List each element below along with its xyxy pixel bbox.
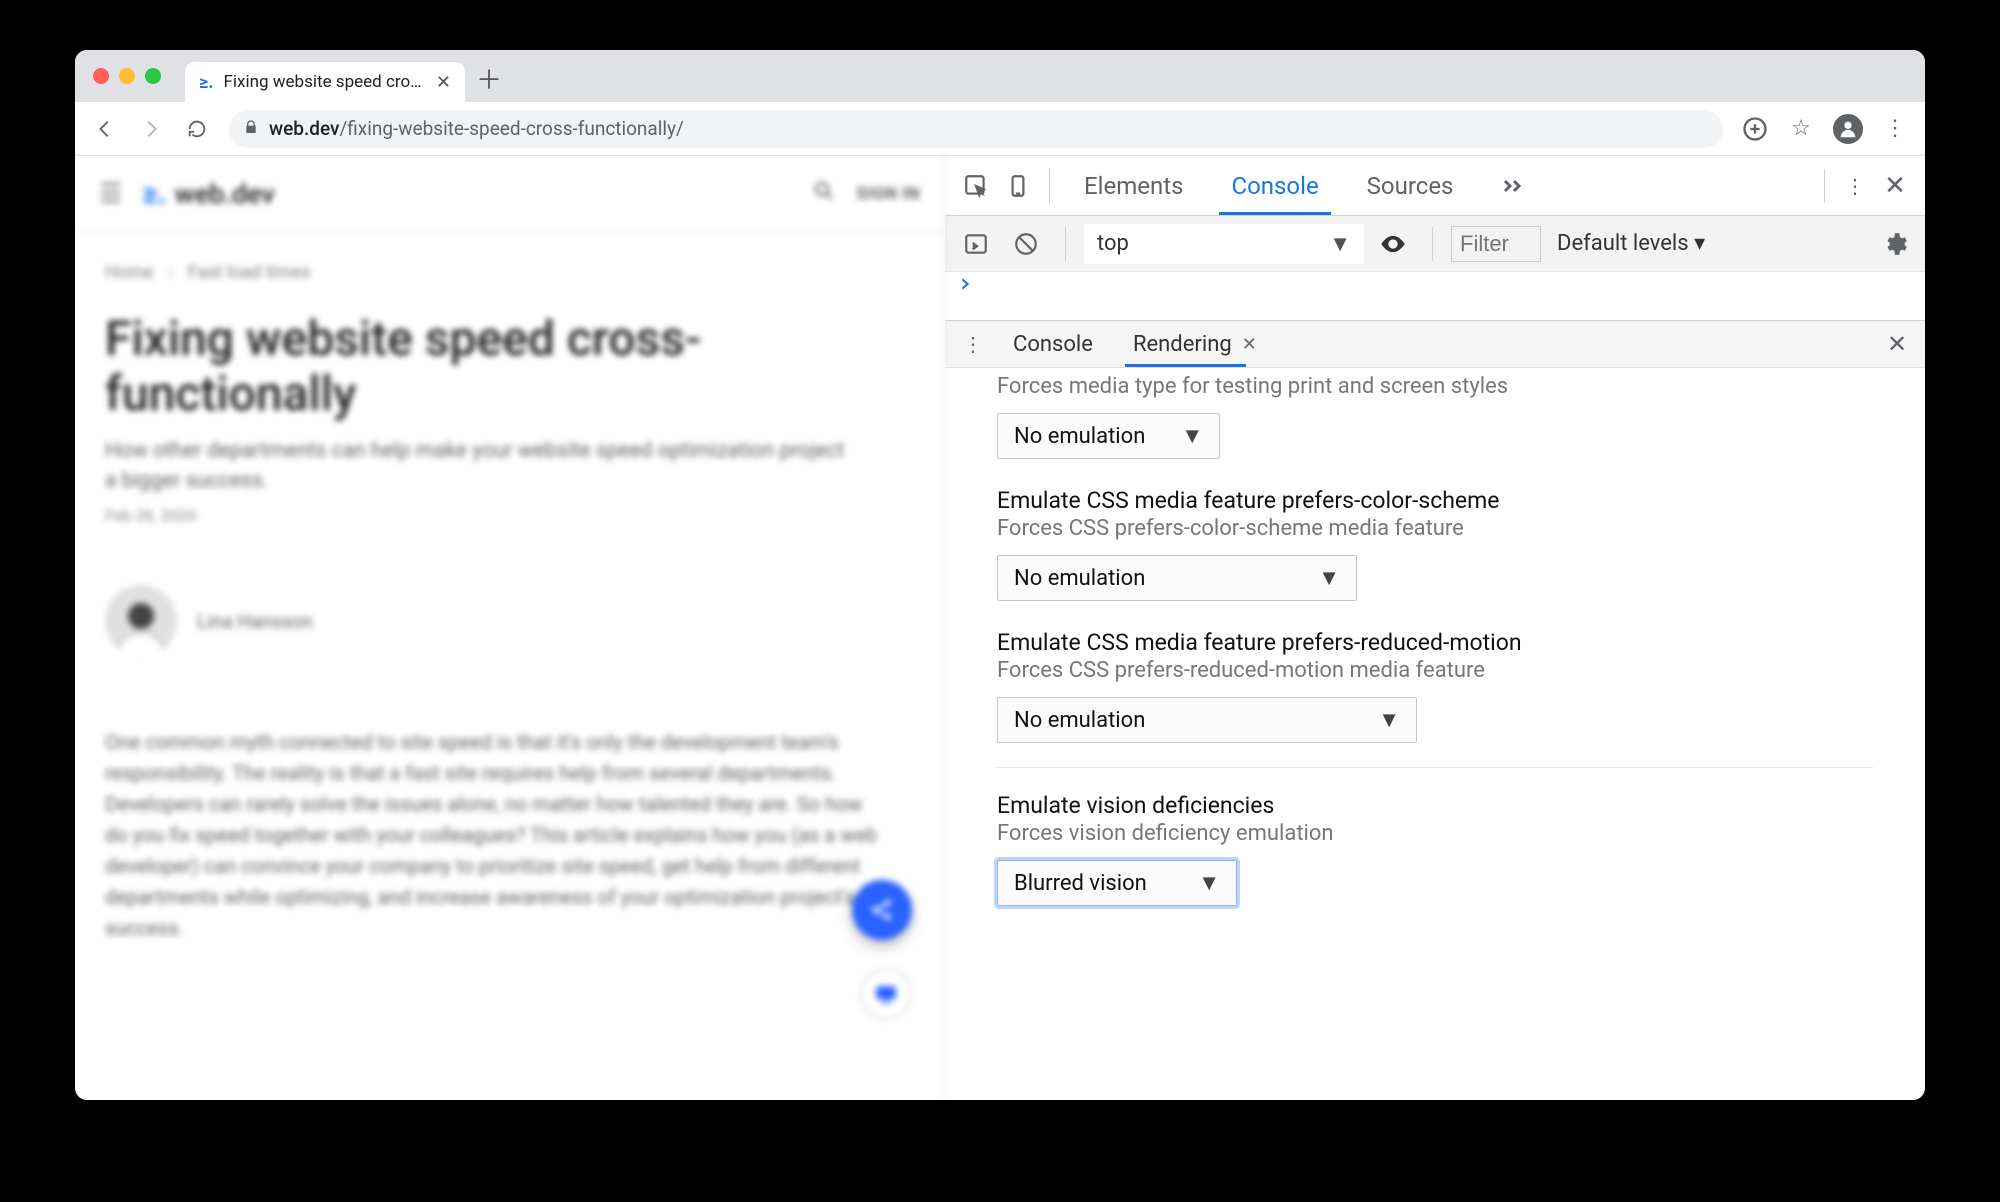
divider (997, 767, 1873, 768)
media-type-select[interactable]: No emulation▼ (997, 413, 1220, 459)
drawer-menu-icon[interactable]: ⋮ (953, 332, 993, 356)
minimize-window-button[interactable] (119, 68, 135, 84)
context-select[interactable]: top▼ (1084, 224, 1364, 264)
tab-console[interactable]: Console (1207, 156, 1342, 215)
profile-avatar[interactable] (1833, 114, 1863, 144)
tab-sources[interactable]: Sources (1343, 156, 1478, 215)
drawer-tabs: ⋮ Console Rendering ✕ ✕ (945, 320, 1925, 368)
devtools-close-icon[interactable]: ✕ (1875, 171, 1915, 201)
page-title: Fixing website speed cross-functionally (105, 311, 914, 421)
maximize-window-button[interactable] (145, 68, 161, 84)
section-title: Emulate vision deficiencies (997, 792, 1873, 819)
clear-console-icon[interactable] (1005, 223, 1047, 265)
page-subtitle: How other departments can help make your… (105, 437, 845, 496)
vision-deficiency-select[interactable]: Blurred vision▼ (997, 860, 1237, 906)
site-name: web.dev (175, 178, 275, 210)
section-desc: Forces CSS prefers-color-scheme media fe… (997, 516, 1873, 541)
prefers-color-scheme-select[interactable]: No emulation▼ (997, 555, 1357, 601)
console-settings-icon[interactable] (1875, 224, 1915, 264)
devtools-menu-icon[interactable]: ⋮ (1835, 174, 1875, 198)
crumb-section[interactable]: Fast load times (188, 262, 311, 283)
drawer-tab-console[interactable]: Console (993, 321, 1113, 367)
section-title: Emulate CSS media feature prefers-reduce… (997, 629, 1873, 656)
tab-favicon-icon: ≥. (199, 72, 214, 93)
live-expression-icon[interactable] (1372, 223, 1414, 265)
url-text: web.dev/fixing-website-speed-cross-funct… (269, 117, 684, 140)
console-sidebar-toggle-icon[interactable] (955, 223, 997, 265)
drawer-tab-rendering[interactable]: Rendering (1113, 321, 1252, 367)
tab-overflow[interactable] (1477, 156, 1549, 215)
device-toolbar-icon[interactable] (997, 165, 1039, 207)
devtools-panel: Elements Console Sources ⋮ ✕ (945, 156, 1925, 1100)
rendering-panel: Forces media type for testing print and … (945, 368, 1925, 1100)
menu-icon[interactable]: ☰ (99, 179, 122, 209)
prefers-reduced-motion-select[interactable]: No emulation▼ (997, 697, 1417, 743)
tab-close-icon[interactable]: ✕ (436, 72, 451, 93)
tab-title: Fixing website speed cross-fun… (224, 72, 426, 92)
share-fab[interactable] (852, 880, 912, 940)
drawer-close-icon[interactable]: ✕ (1877, 330, 1917, 358)
author-name: Lina Hansson (197, 610, 313, 633)
window-controls (93, 68, 161, 84)
address-bar[interactable]: web.dev/fixing-website-speed-cross-funct… (229, 110, 1723, 148)
section-desc: Forces vision deficiency emulation (997, 821, 1873, 846)
section-title: Emulate CSS media feature prefers-color-… (997, 487, 1873, 514)
breadcrumb: Home › Fast load times (105, 262, 914, 283)
signin-button[interactable]: SIGN IN (856, 184, 920, 204)
back-button[interactable] (91, 115, 119, 143)
site-header: ☰ ≥. web.dev SIGN IN (75, 156, 944, 232)
logo-icon: ≥. (142, 176, 166, 211)
crumb-home[interactable]: Home (105, 262, 153, 283)
tab-strip: ≥. Fixing website speed cross-fun… ✕ ＋ (75, 50, 1925, 102)
menu-button[interactable]: ⋮ (1881, 115, 1909, 143)
section-desc: Forces CSS prefers-reduced-motion media … (997, 658, 1873, 683)
new-tab-button[interactable]: ＋ (473, 62, 505, 94)
tab-elements[interactable]: Elements (1060, 156, 1207, 215)
reload-button[interactable] (183, 115, 211, 143)
console-prompt[interactable] (945, 272, 1925, 320)
site-logo[interactable]: ≥. web.dev (142, 176, 274, 211)
feedback-fab[interactable] (860, 968, 912, 1020)
section-desc: Forces media type for testing print and … (997, 374, 1873, 399)
page-viewport: ☰ ≥. web.dev SIGN IN Home › Fast (75, 156, 945, 1100)
article-body: One common myth connected to site speed … (105, 727, 885, 944)
console-filter-input[interactable] (1451, 226, 1541, 262)
publish-date: Feb 28, 2020 (105, 506, 914, 525)
browser-tab[interactable]: ≥. Fixing website speed cross-fun… ✕ (185, 62, 465, 102)
log-levels-select[interactable]: Default levels ▾ (1557, 231, 1705, 256)
close-window-button[interactable] (93, 68, 109, 84)
lock-icon (243, 119, 259, 139)
toolbar: web.dev/fixing-website-speed-cross-funct… (75, 102, 1925, 156)
inspect-element-icon[interactable] (955, 165, 997, 207)
browser-window: ≥. Fixing website speed cross-fun… ✕ ＋ (75, 50, 1925, 1100)
forward-button[interactable] (137, 115, 165, 143)
bookmark-button[interactable]: ☆ (1787, 115, 1815, 143)
devtools-toolbar: Elements Console Sources ⋮ ✕ (945, 156, 1925, 216)
console-toolbar: top▼ Default levels ▾ (945, 216, 1925, 272)
install-button[interactable] (1741, 115, 1769, 143)
author-block: Lina Hansson (105, 585, 914, 657)
author-avatar (105, 585, 177, 657)
search-icon[interactable] (812, 179, 836, 209)
